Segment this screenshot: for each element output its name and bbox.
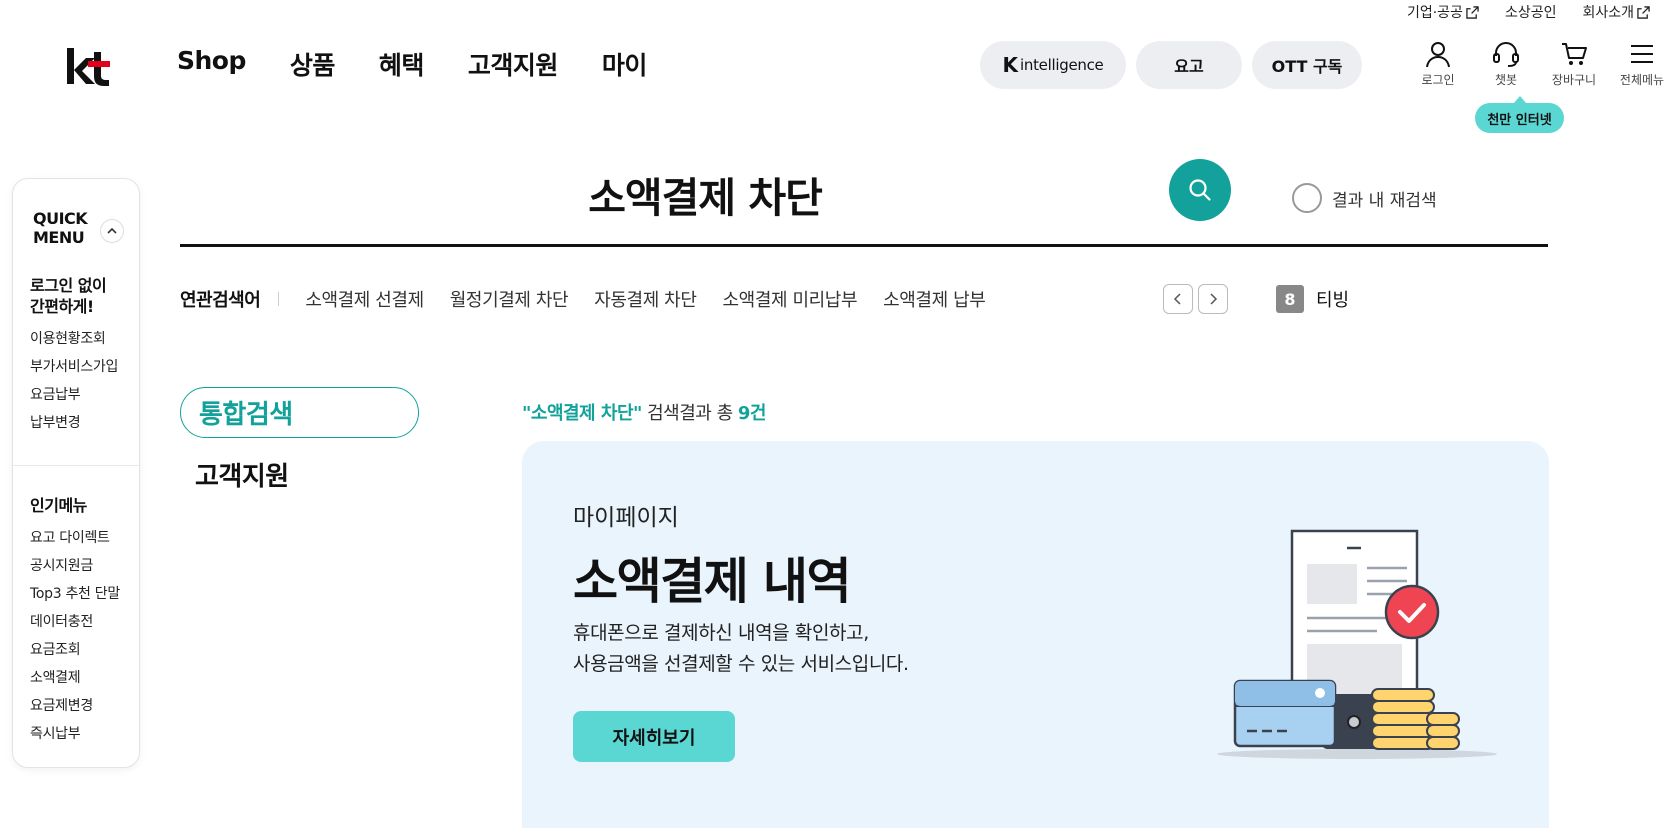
related-keyword[interactable]: 월정기결제 차단 xyxy=(450,286,569,312)
tab-all-search[interactable]: 통합검색 xyxy=(180,387,419,438)
popular-rank-item[interactable]: 8 티빙 xyxy=(1276,285,1349,313)
result-summary: "소액결제 차단" 검색결과 총 9건 xyxy=(522,403,766,424)
quick-link-usage[interactable]: 이용현황조회 xyxy=(30,325,134,353)
related-keyword[interactable]: 소액결제 납부 xyxy=(883,286,986,312)
quick-link-instant-pay[interactable]: 즉시납부 xyxy=(30,720,134,748)
no-login-section: 로그인 없이 간편하게! 이용현황조회 부가서비스가입 요금납부 납부변경 xyxy=(30,275,134,437)
tab-customer-support[interactable]: 고객지원 xyxy=(195,456,289,493)
quick-link-pay[interactable]: 요금납부 xyxy=(30,381,134,409)
login-button[interactable]: 로그인 xyxy=(1404,40,1472,88)
prev-button[interactable] xyxy=(1163,284,1193,314)
research-within-results[interactable]: 결과 내 재검색 xyxy=(1292,183,1437,213)
next-button[interactable] xyxy=(1198,284,1228,314)
quick-link-subsidy[interactable]: 공시지원금 xyxy=(30,552,134,580)
rank-term: 티빙 xyxy=(1316,290,1350,311)
utility-bar: 기업·공공 소상공인 회사소개 xyxy=(1407,2,1650,22)
search-button[interactable] xyxy=(1169,159,1231,221)
popular-heading: 인기메뉴 xyxy=(30,496,87,515)
research-radio[interactable] xyxy=(1292,183,1322,213)
ott-subscribe-button[interactable]: OTT 구독 xyxy=(1252,41,1362,89)
card-description: 휴대폰으로 결제하신 내역을 확인하고, 사용금액을 선결제할 수 있는 서비스… xyxy=(573,622,909,675)
nav-customer-support[interactable]: 고객지원 xyxy=(468,46,559,82)
result-card: 마이페이지 소액결제 내역 휴대폰으로 결제하신 내역을 확인하고, 사용금액을… xyxy=(522,441,1549,828)
chevron-left-icon xyxy=(1173,293,1181,305)
popular-section: 인기메뉴 요고 다이렉트 공시지원금 Top3 추천 단말 데이터충전 요금조회… xyxy=(30,495,134,748)
quick-menu-divider xyxy=(13,465,139,466)
related-keyword[interactable]: 자동결제 차단 xyxy=(594,286,697,312)
nav-my[interactable]: 마이 xyxy=(602,46,648,82)
rank-number: 8 xyxy=(1276,285,1304,313)
card-category: 마이페이지 xyxy=(573,505,679,531)
quick-link-data-charge[interactable]: 데이터충전 xyxy=(30,608,134,636)
quick-link-addon[interactable]: 부가서비스가입 xyxy=(30,353,134,381)
kt-logo[interactable] xyxy=(64,46,110,86)
search-icon xyxy=(1189,179,1211,201)
search-underline xyxy=(180,244,1548,247)
related-separator xyxy=(278,292,280,306)
external-link-icon xyxy=(1637,5,1650,19)
nav-shop[interactable]: Shop xyxy=(177,46,246,82)
promo-bubble[interactable]: 천만 인터넷 xyxy=(1475,96,1564,133)
quick-link-top3[interactable]: Top3 추천 단말 xyxy=(30,580,134,608)
nav-products[interactable]: 상품 xyxy=(290,46,336,82)
related-keywords: 연관검색어 소액결제 선결제 월정기결제 차단 자동결제 차단 소액결제 미리납… xyxy=(180,286,1011,312)
headset-icon xyxy=(1493,42,1519,67)
external-link-icon xyxy=(1466,5,1479,19)
main-nav: Shop 상품 혜택 고객지원 마이 xyxy=(177,46,647,82)
nav-benefits[interactable]: 혜택 xyxy=(379,46,425,82)
related-pager xyxy=(1163,284,1228,314)
corporate-link[interactable]: 기업·공공 xyxy=(1407,2,1479,22)
cart-button[interactable]: 장바구니 xyxy=(1540,40,1608,88)
card-title[interactable]: 소액결제 내역 xyxy=(573,542,852,613)
all-menu-button[interactable]: 전체메뉴 xyxy=(1608,40,1674,88)
chevron-up-icon xyxy=(107,227,117,234)
quick-link-yogo-direct[interactable]: 요고 다이렉트 xyxy=(30,524,134,552)
chatbot-button[interactable]: 챗봇 xyxy=(1472,40,1540,88)
company-link[interactable]: 회사소개 xyxy=(1582,2,1650,22)
quick-menu-title: QUICK MENU xyxy=(33,209,88,247)
chevron-right-icon xyxy=(1210,293,1218,305)
view-details-button[interactable]: 자세히보기 xyxy=(573,711,735,762)
quick-link-pay-change[interactable]: 납부변경 xyxy=(30,409,134,437)
no-login-heading: 로그인 없이 간편하게! xyxy=(30,276,107,316)
quick-link-plan-change[interactable]: 요금제변경 xyxy=(30,692,134,720)
search-input[interactable]: 소액결제 차단 xyxy=(180,164,1230,224)
related-keyword[interactable]: 소액결제 선결제 xyxy=(305,286,424,312)
payment-illustration xyxy=(1217,529,1497,759)
hamburger-icon xyxy=(1631,45,1653,63)
quick-link-bill-check[interactable]: 요금조회 xyxy=(30,636,134,664)
quick-menu-collapse-button[interactable] xyxy=(100,219,124,243)
header-icons: 로그인 챗봇 장바구니 전체메뉴 xyxy=(1404,40,1674,88)
small-business-link[interactable]: 소상공인 xyxy=(1505,2,1557,22)
user-icon xyxy=(1426,42,1450,68)
quick-link-micropayment[interactable]: 소액결제 xyxy=(30,664,134,692)
quick-menu: QUICK MENU 로그인 없이 간편하게! 이용현황조회 부가서비스가입 요… xyxy=(12,178,140,768)
yogo-button[interactable]: 요고 xyxy=(1136,41,1242,89)
related-keyword[interactable]: 소액결제 미리납부 xyxy=(723,286,858,312)
k-intelligence-button[interactable]: Kintelligence xyxy=(980,41,1126,89)
related-label: 연관검색어 xyxy=(180,290,261,311)
cart-icon xyxy=(1562,43,1587,65)
header-pills: Kintelligence 요고 OTT 구독 xyxy=(980,41,1362,89)
